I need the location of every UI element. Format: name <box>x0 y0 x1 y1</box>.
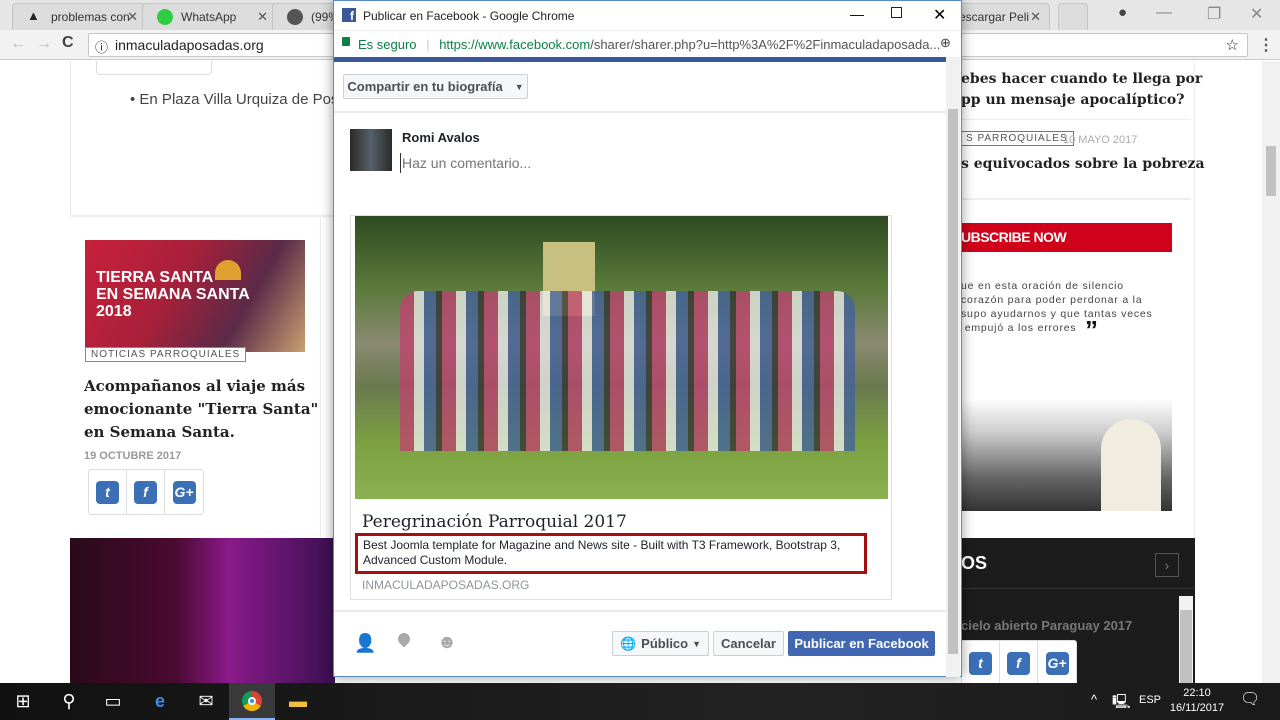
tag-people-icon[interactable]: 👤 <box>354 633 376 654</box>
feeling-icon[interactable]: ☻ <box>437 632 457 654</box>
lock-icon <box>342 37 350 46</box>
date-2: 10 MAYO 2017 <box>1063 134 1138 146</box>
tab-whatsapp[interactable]: WhatsApp ✕ <box>142 3 277 30</box>
tab-descargar[interactable]: escargar Peli ✕ <box>950 3 1050 30</box>
menu-icon[interactable]: ⋮ <box>1258 35 1274 55</box>
user-name: Romi Avalos <box>402 130 480 145</box>
zoom-icon[interactable]: ⊕ <box>940 35 951 51</box>
mail-icon[interactable]: ✉ <box>183 683 229 720</box>
star-icon[interactable]: ☆ <box>1226 36 1239 54</box>
share-buttons: t f G+ <box>88 469 204 515</box>
tab-loading[interactable]: (99%) <box>272 3 342 30</box>
twitter-share[interactable]: t <box>89 470 127 514</box>
facebook-share[interactable]: f <box>1000 641 1038 683</box>
dome-graphic <box>215 260 241 280</box>
link-preview-image <box>355 216 888 499</box>
minimize-icon[interactable]: — <box>850 6 864 22</box>
pope-image <box>961 399 1172 511</box>
widget-item[interactable]: cielo abierto Paraguay 2017 <box>961 618 1132 633</box>
list-item: • En Plaza Villa Urquiza de Posa <box>130 91 347 108</box>
language-indicator[interactable]: ESP <box>1139 694 1161 706</box>
close-icon[interactable]: ✕ <box>933 5 946 25</box>
subscribe-heading: UBSCRIBE NOW <box>961 223 1172 252</box>
popup-titlebar: f Publicar en Facebook - Google Chrome —… <box>334 1 961 30</box>
facebook-icon: f <box>1007 651 1030 675</box>
google-plus-icon: G+ <box>172 480 196 504</box>
tierra-santa-banner[interactable]: TIERRA SANTA EN SEMANA SANTA 2018 <box>85 240 305 352</box>
close-window-icon[interactable]: ✕ <box>1250 4 1263 24</box>
link-preview-card[interactable]: Peregrinación Parroquial 2017 Best Jooml… <box>350 215 892 600</box>
right-headline-2[interactable]: s equivocados sobre la pobreza <box>961 156 1205 172</box>
category-badge[interactable]: NOTICIAS PARROQUIALES <box>85 347 247 362</box>
widget-heading: OS <box>961 553 988 573</box>
popup-address-bar[interactable]: Es seguro | https://www.facebook.com/sha… <box>334 30 961 57</box>
whatsapp-icon <box>157 9 173 25</box>
search-icon[interactable]: ⚲ <box>46 683 92 720</box>
location-icon[interactable] <box>395 630 413 648</box>
facebook-icon: f <box>134 480 157 504</box>
triangle-logo-icon: ▲ <box>27 8 40 23</box>
dark-widget: OS › cielo abierto Paraguay 2017 t f G+ <box>961 538 1195 683</box>
next-arrow-icon[interactable]: › <box>1155 553 1179 577</box>
file-explorer-icon[interactable]: ▬ <box>275 683 321 720</box>
chevron-up-icon[interactable]: ^ <box>1091 692 1097 707</box>
globe-icon: 🌐 <box>619 635 637 651</box>
clock[interactable]: 22:10 16/11/2017 <box>1168 686 1226 716</box>
cancel-button[interactable]: Cancelar <box>713 631 784 656</box>
quote-text: ue en esta oración de silencio corazón p… <box>961 280 1153 334</box>
quote-mark-icon: ” <box>1085 315 1098 345</box>
circle-icon <box>287 9 303 25</box>
chrome-icon[interactable] <box>229 683 275 720</box>
reload-icon[interactable]: C <box>62 34 74 52</box>
popup-scrollbar[interactable] <box>946 57 960 677</box>
twitter-icon: t <box>969 651 992 675</box>
link-domain: INMACULADAPOSADAS.ORG <box>362 578 530 592</box>
close-icon[interactable]: ✕ <box>1030 9 1041 25</box>
twitter-share[interactable]: t <box>962 641 1000 683</box>
google-plus-icon: G+ <box>1045 651 1069 675</box>
network-icon[interactable]: 🖳 <box>1112 691 1131 715</box>
googleplus-share[interactable]: G+ <box>1038 641 1076 683</box>
task-view-icon[interactable]: ▭ <box>90 683 136 720</box>
article-date: 19 OCTUBRE 2017 <box>84 450 182 462</box>
caret-down-icon: ▼ <box>692 638 702 649</box>
taskbar: ⊞ ⚲ ▭ e ✉ ▬ ^ 🖳 ESP 22:10 16/11/2017 🗨 <box>0 683 1280 720</box>
back-icon[interactable]: ← <box>10 35 26 53</box>
article-title[interactable]: Acompañanos al viaje más emocionante "Ti… <box>84 375 319 444</box>
category-badge-2[interactable]: S PARROQUIALES <box>961 131 1074 146</box>
privacy-dropdown[interactable]: 🌐 Público ▼ <box>612 631 709 656</box>
minimize-icon[interactable]: — <box>1156 4 1172 22</box>
publish-button[interactable]: Publicar en Facebook <box>788 631 935 656</box>
share-destination-dropdown[interactable]: Compartir en tu biografía ▼ <box>343 74 528 99</box>
restore-icon[interactable]: ❐ <box>1207 4 1221 24</box>
twitter-icon: t <box>96 480 119 504</box>
profile-icon[interactable]: ● <box>1118 4 1127 21</box>
avatar <box>350 129 392 171</box>
close-icon[interactable]: ✕ <box>257 9 268 25</box>
link-description: Best Joomla template for Magazine and Ne… <box>355 533 867 574</box>
new-tab-button[interactable] <box>1058 3 1088 30</box>
share-buttons-2: t f G+ <box>961 640 1077 683</box>
facebook-share-window: f Publicar en Facebook - Google Chrome —… <box>333 0 962 677</box>
caret-down-icon: ▼ <box>514 81 524 92</box>
page-scrollbar[interactable] <box>1262 61 1280 683</box>
close-icon[interactable]: ✕ <box>127 9 138 25</box>
edge-icon[interactable]: e <box>137 683 183 720</box>
facebook-icon: f <box>342 8 356 23</box>
notifications-icon[interactable]: 🗨 <box>1240 689 1260 709</box>
windows-start-icon[interactable]: ⊞ <box>0 683 46 720</box>
forward-icon[interactable]: → <box>36 35 52 53</box>
info-icon: ⓘ <box>95 40 109 55</box>
widget-scrollbar[interactable] <box>1179 596 1193 683</box>
link-title: Peregrinación Parroquial 2017 <box>362 512 627 532</box>
tab-problemas[interactable]: ▲ problemas con ✕ <box>12 3 147 30</box>
comment-input[interactable] <box>400 153 920 173</box>
facebook-share[interactable]: f <box>127 470 165 514</box>
googleplus-share[interactable]: G+ <box>165 470 203 514</box>
video-banner <box>70 538 335 683</box>
maximize-icon[interactable] <box>891 7 902 18</box>
right-headline-1[interactable]: ebes hacer cuando te llega por pp un men… <box>961 69 1202 111</box>
